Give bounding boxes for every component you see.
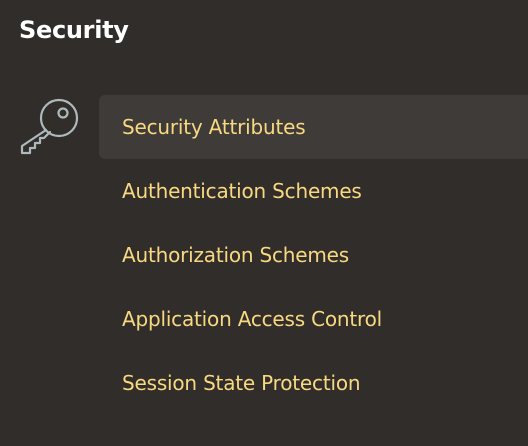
nav-item-label[interactable]: Application Access Control	[122, 287, 382, 351]
nav-item-label[interactable]: Authorization Schemes	[122, 223, 349, 287]
nav-item-label[interactable]: Session State Protection	[122, 351, 361, 415]
nav-item-label[interactable]: Authentication Schemes	[122, 159, 362, 223]
nav-item-label[interactable]: Security Attributes	[122, 95, 306, 159]
nav-item-security-attributes[interactable]: Security Attributes	[99, 95, 528, 159]
nav-item-session-state-protection[interactable]: Session State Protection	[99, 351, 528, 415]
key-icon	[20, 98, 79, 155]
nav-item-application-access-control[interactable]: Application Access Control	[99, 287, 528, 351]
section-title: Security	[19, 16, 129, 44]
security-nav-list: Security Attributes Authentication Schem…	[99, 95, 528, 415]
security-panel: Security Security Attributes Authenticat…	[0, 0, 528, 446]
nav-item-authorization-schemes[interactable]: Authorization Schemes	[99, 223, 528, 287]
nav-item-authentication-schemes[interactable]: Authentication Schemes	[99, 159, 528, 223]
